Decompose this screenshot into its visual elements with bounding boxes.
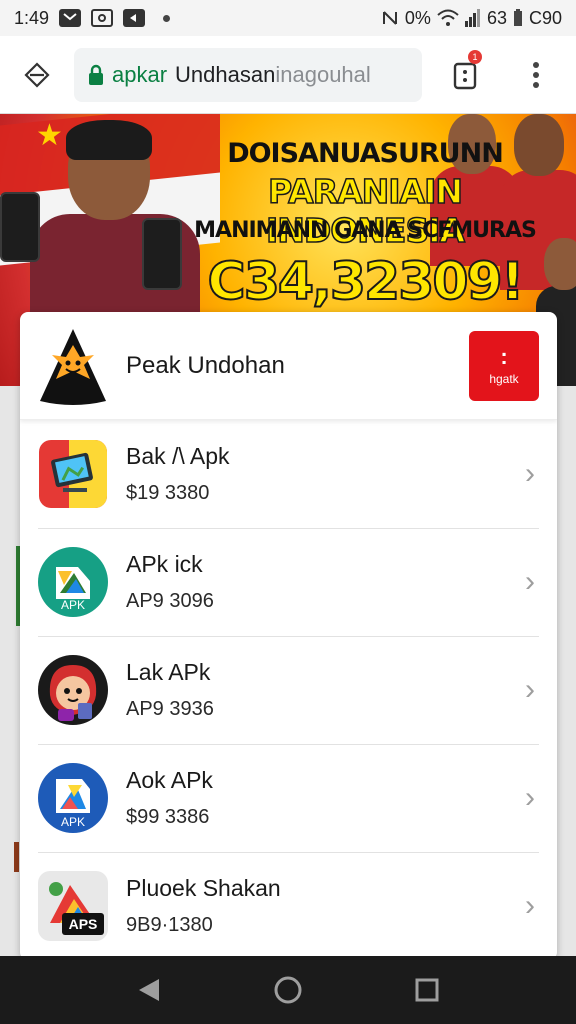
chevron-right-icon: › (525, 457, 535, 490)
home-nav-button[interactable] (266, 968, 310, 1012)
overflow-menu-button[interactable] (508, 36, 564, 114)
app-price: $99 3386 (126, 806, 210, 828)
app-list-item[interactable]: APK Aok APk $99 3386 › (20, 744, 557, 852)
lock-icon (89, 64, 103, 85)
app-price: AP9 3096 (126, 590, 214, 612)
side-accent (14, 842, 19, 872)
recents-button[interactable] (405, 968, 449, 1012)
nfc-icon (382, 11, 397, 25)
app-name: Bak /\ Apk (126, 443, 230, 469)
chevron-right-icon: › (525, 781, 535, 814)
card-title: Peak Undohan (126, 351, 285, 379)
recents-square-icon (415, 978, 439, 1002)
banner-heading: DOISANUASURUNN (227, 138, 504, 169)
aps-app-icon: APS (38, 871, 108, 941)
tabs-button[interactable]: 1 (422, 36, 508, 114)
chevron-right-icon: › (525, 889, 535, 922)
signal-text: 63 (486, 7, 507, 28)
battery-text: C90 (528, 7, 562, 28)
home-button[interactable] (0, 36, 74, 114)
app-price: AP9 3936 (126, 698, 214, 720)
back-triangle-icon (139, 979, 160, 1001)
system-navigation-bar (0, 956, 576, 1024)
app-list-item[interactable]: APK APk ick AP9 3096 › (20, 528, 557, 636)
app-price: 9B9·1380 (126, 914, 213, 936)
icon-label-text: APK (61, 815, 85, 829)
menu-dot-icon (533, 81, 539, 88)
app-price: $19 3380 (126, 482, 210, 504)
battery-saver-text: 0% (404, 7, 431, 28)
home-circle-icon (274, 976, 302, 1004)
app-name: Pluoek Shakan (126, 875, 281, 901)
menu-dot-icon (533, 71, 539, 78)
monitor-app-icon (38, 439, 108, 509)
tabs-icon (453, 62, 477, 89)
brand-logo-icon (38, 327, 108, 405)
presenter-hair (66, 120, 152, 160)
download-notification-icon (123, 9, 146, 27)
diamond-home-icon (24, 61, 50, 88)
camera-notification-icon (91, 9, 114, 27)
status-bar: 1:49 0% 63 C90 (0, 0, 576, 36)
signal-icon (464, 9, 480, 27)
tab-count-badge: 1 (468, 49, 482, 64)
chevron-right-icon: › (525, 565, 535, 598)
url-domain-main: Undhasan (175, 61, 276, 87)
menu-dot-icon (533, 61, 539, 68)
app-name: Aok APk (126, 767, 213, 793)
url-domain-faded: inagouhal (275, 61, 371, 87)
app-list-card: Peak Undohan : hgatk Bak /\ Apk $19 3380… (20, 312, 557, 960)
browser-toolbar: apkar Undhasan inagouhal 1 (0, 36, 576, 114)
brand-badge-button[interactable]: : hgatk (469, 330, 539, 401)
battery-icon (513, 9, 522, 26)
green-apk-icon: APK (38, 547, 108, 617)
banner-subtitle: MANIMANN GANA SCFMURAS (194, 218, 537, 243)
more-notifications-icon (163, 14, 171, 22)
character-app-icon (38, 655, 108, 725)
app-name: APk ick (126, 551, 203, 577)
back-button[interactable] (127, 968, 171, 1012)
icon-label-text: APS (69, 916, 98, 932)
wifi-icon (437, 9, 459, 26)
url-bar[interactable]: apkar Undhasan inagouhal (74, 47, 422, 102)
url-domain-secure: apkar (112, 61, 168, 87)
notification-icon (59, 9, 82, 27)
badge-label: hgatk (489, 371, 519, 386)
chevron-right-icon: › (525, 673, 535, 706)
phone-left-image (0, 192, 40, 262)
banner-amount: C34,32309! (207, 251, 526, 313)
icon-label-text: APK (61, 598, 85, 612)
app-list-item[interactable]: APS Pluoek Shakan 9B9·1380 › (20, 852, 557, 960)
card-header: Peak Undohan : hgatk (20, 312, 557, 420)
badge-dots-icon: : (500, 343, 508, 369)
app-list-item[interactable]: Lak APk AP9 3936 › (20, 636, 557, 744)
app-list-item[interactable]: Bak /\ Apk $19 3380 › (20, 420, 557, 528)
status-time: 1:49 (14, 7, 50, 28)
app-name: Lak APk (126, 659, 211, 685)
star-icon: ★ (36, 119, 63, 152)
blue-apk-icon: APK (38, 763, 108, 833)
